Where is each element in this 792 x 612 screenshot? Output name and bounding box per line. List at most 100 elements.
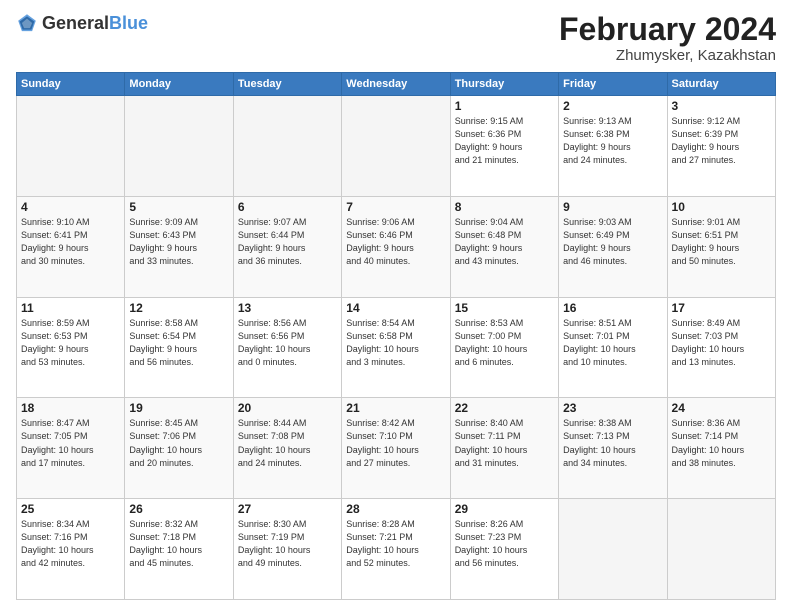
day-info: Sunrise: 9:13 AM Sunset: 6:38 PM Dayligh… (563, 115, 662, 167)
day-number: 26 (129, 502, 228, 516)
day-info: Sunrise: 8:28 AM Sunset: 7:21 PM Dayligh… (346, 518, 445, 570)
day-info: Sunrise: 8:45 AM Sunset: 7:06 PM Dayligh… (129, 417, 228, 469)
calendar-cell: 2 Sunrise: 9:13 AM Sunset: 6:38 PM Daylig… (559, 96, 667, 197)
calendar-week-row: 4 Sunrise: 9:10 AM Sunset: 6:41 PM Daylig… (17, 196, 776, 297)
weekday-header-cell: Saturday (667, 73, 775, 96)
day-info: Sunrise: 8:36 AM Sunset: 7:14 PM Dayligh… (672, 417, 771, 469)
calendar-cell: 4 Sunrise: 9:10 AM Sunset: 6:41 PM Daylig… (17, 196, 125, 297)
calendar-cell: 11 Sunrise: 8:59 AM Sunset: 6:53 PM Dayli… (17, 297, 125, 398)
calendar-cell: 3Sunrise: 9:12 AM Sunset: 6:39 PM Daylig… (667, 96, 775, 197)
calendar-cell (125, 96, 233, 197)
calendar-cell: 29 Sunrise: 8:26 AM Sunset: 7:23 PM Dayli… (450, 499, 558, 600)
day-number: 4 (21, 200, 120, 214)
day-info: Sunrise: 9:06 AM Sunset: 6:46 PM Dayligh… (346, 216, 445, 268)
calendar-cell (342, 96, 450, 197)
title-location: Zhumysker, Kazakhstan (559, 47, 776, 64)
calendar-cell: 20 Sunrise: 8:44 AM Sunset: 7:08 PM Dayli… (233, 398, 341, 499)
calendar-cell: 6 Sunrise: 9:07 AM Sunset: 6:44 PM Daylig… (233, 196, 341, 297)
day-info: Sunrise: 8:49 AM Sunset: 7:03 PM Dayligh… (672, 317, 771, 369)
day-info: Sunrise: 8:51 AM Sunset: 7:01 PM Dayligh… (563, 317, 662, 369)
day-info: Sunrise: 9:07 AM Sunset: 6:44 PM Dayligh… (238, 216, 337, 268)
calendar-cell: 12Sunrise: 8:58 AM Sunset: 6:54 PM Dayli… (125, 297, 233, 398)
calendar-week-row: 11 Sunrise: 8:59 AM Sunset: 6:53 PM Dayli… (17, 297, 776, 398)
day-info: Sunrise: 8:47 AM Sunset: 7:05 PM Dayligh… (21, 417, 120, 469)
calendar-body: 1 Sunrise: 9:15 AM Sunset: 6:36 PM Daylig… (17, 96, 776, 600)
calendar-cell: 26 Sunrise: 8:32 AM Sunset: 7:18 PM Dayli… (125, 499, 233, 600)
day-info: Sunrise: 8:56 AM Sunset: 6:56 PM Dayligh… (238, 317, 337, 369)
page: General Blue February 2024 Zhumysker, Ka… (0, 0, 792, 612)
weekday-header-cell: Monday (125, 73, 233, 96)
day-number: 28 (346, 502, 445, 516)
day-info: Sunrise: 9:04 AM Sunset: 6:48 PM Dayligh… (455, 216, 554, 268)
day-number: 9 (563, 200, 662, 214)
calendar-cell (17, 96, 125, 197)
weekday-header-cell: Wednesday (342, 73, 450, 96)
calendar-cell: 13 Sunrise: 8:56 AM Sunset: 6:56 PM Dayli… (233, 297, 341, 398)
day-number: 24 (672, 401, 771, 415)
day-info: Sunrise: 9:15 AM Sunset: 6:36 PM Dayligh… (455, 115, 554, 167)
day-number: 18 (21, 401, 120, 415)
day-info: Sunrise: 8:34 AM Sunset: 7:16 PM Dayligh… (21, 518, 120, 570)
day-number: 14 (346, 301, 445, 315)
calendar-cell: 1 Sunrise: 9:15 AM Sunset: 6:36 PM Daylig… (450, 96, 558, 197)
calendar-cell: 19 Sunrise: 8:45 AM Sunset: 7:06 PM Dayli… (125, 398, 233, 499)
day-number: 10 (672, 200, 771, 214)
weekday-header-cell: Thursday (450, 73, 558, 96)
logo-general: General (42, 14, 109, 32)
day-number: 1 (455, 99, 554, 113)
calendar-cell: 16 Sunrise: 8:51 AM Sunset: 7:01 PM Dayli… (559, 297, 667, 398)
title-month: February 2024 (559, 12, 776, 47)
day-number: 16 (563, 301, 662, 315)
weekday-header-cell: Tuesday (233, 73, 341, 96)
day-info: Sunrise: 9:12 AM Sunset: 6:39 PM Dayligh… (672, 115, 771, 167)
day-number: 11 (21, 301, 120, 315)
day-info: Sunrise: 8:38 AM Sunset: 7:13 PM Dayligh… (563, 417, 662, 469)
calendar-cell: 5Sunrise: 9:09 AM Sunset: 6:43 PM Daylig… (125, 196, 233, 297)
day-number: 29 (455, 502, 554, 516)
calendar-cell: 24 Sunrise: 8:36 AM Sunset: 7:14 PM Dayli… (667, 398, 775, 499)
day-number: 25 (21, 502, 120, 516)
title-block: February 2024 Zhumysker, Kazakhstan (559, 12, 776, 64)
calendar-cell (233, 96, 341, 197)
header: General Blue February 2024 Zhumysker, Ka… (16, 12, 776, 64)
day-number: 22 (455, 401, 554, 415)
day-number: 20 (238, 401, 337, 415)
day-info: Sunrise: 8:26 AM Sunset: 7:23 PM Dayligh… (455, 518, 554, 570)
calendar-cell: 7Sunrise: 9:06 AM Sunset: 6:46 PM Daylig… (342, 196, 450, 297)
logo-text: General Blue (42, 14, 148, 32)
day-number: 23 (563, 401, 662, 415)
calendar-cell (559, 499, 667, 600)
calendar-week-row: 1 Sunrise: 9:15 AM Sunset: 6:36 PM Daylig… (17, 96, 776, 197)
calendar-cell: 28 Sunrise: 8:28 AM Sunset: 7:21 PM Dayli… (342, 499, 450, 600)
calendar-cell: 14 Sunrise: 8:54 AM Sunset: 6:58 PM Dayli… (342, 297, 450, 398)
calendar-cell: 8Sunrise: 9:04 AM Sunset: 6:48 PM Daylig… (450, 196, 558, 297)
calendar-cell: 22 Sunrise: 8:40 AM Sunset: 7:11 PM Dayli… (450, 398, 558, 499)
day-number: 2 (563, 99, 662, 113)
day-number: 19 (129, 401, 228, 415)
day-number: 27 (238, 502, 337, 516)
calendar-cell: 27Sunrise: 8:30 AM Sunset: 7:19 PM Dayli… (233, 499, 341, 600)
day-info: Sunrise: 8:40 AM Sunset: 7:11 PM Dayligh… (455, 417, 554, 469)
calendar-cell: 9Sunrise: 9:03 AM Sunset: 6:49 PM Daylig… (559, 196, 667, 297)
day-info: Sunrise: 8:59 AM Sunset: 6:53 PM Dayligh… (21, 317, 120, 369)
day-info: Sunrise: 8:53 AM Sunset: 7:00 PM Dayligh… (455, 317, 554, 369)
weekday-header-cell: Sunday (17, 73, 125, 96)
calendar-cell: 21Sunrise: 8:42 AM Sunset: 7:10 PM Dayli… (342, 398, 450, 499)
calendar-week-row: 25 Sunrise: 8:34 AM Sunset: 7:16 PM Dayli… (17, 499, 776, 600)
logo-icon (16, 12, 38, 34)
calendar-cell: 10 Sunrise: 9:01 AM Sunset: 6:51 PM Dayli… (667, 196, 775, 297)
weekday-header-cell: Friday (559, 73, 667, 96)
day-info: Sunrise: 8:44 AM Sunset: 7:08 PM Dayligh… (238, 417, 337, 469)
calendar-week-row: 18 Sunrise: 8:47 AM Sunset: 7:05 PM Dayli… (17, 398, 776, 499)
day-number: 15 (455, 301, 554, 315)
day-info: Sunrise: 8:32 AM Sunset: 7:18 PM Dayligh… (129, 518, 228, 570)
calendar-cell (667, 499, 775, 600)
day-number: 6 (238, 200, 337, 214)
day-info: Sunrise: 8:54 AM Sunset: 6:58 PM Dayligh… (346, 317, 445, 369)
day-info: Sunrise: 9:01 AM Sunset: 6:51 PM Dayligh… (672, 216, 771, 268)
day-number: 13 (238, 301, 337, 315)
day-info: Sunrise: 9:10 AM Sunset: 6:41 PM Dayligh… (21, 216, 120, 268)
day-number: 17 (672, 301, 771, 315)
calendar-cell: 18 Sunrise: 8:47 AM Sunset: 7:05 PM Dayli… (17, 398, 125, 499)
calendar-cell: 15 Sunrise: 8:53 AM Sunset: 7:00 PM Dayli… (450, 297, 558, 398)
